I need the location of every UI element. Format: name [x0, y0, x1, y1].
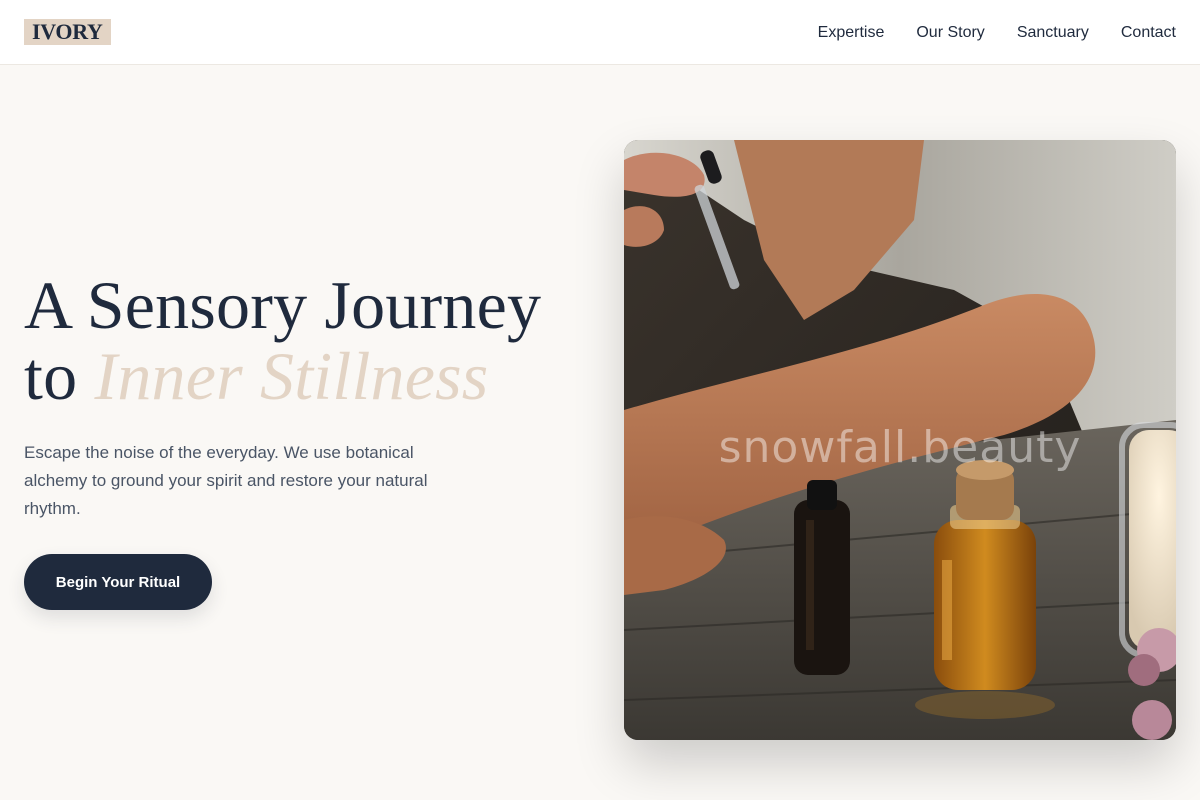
main-nav: Expertise Our Story Sanctuary Contact [818, 0, 1176, 65]
hero-title: A Sensory Journey to Inner Stillness [24, 270, 604, 412]
hero-subtitle: Escape the noise of the everyday. We use… [24, 443, 428, 518]
image-watermark: snowfall.beauty [718, 422, 1082, 473]
logo[interactable]: IVORY [24, 19, 111, 45]
hero-title-to: to [24, 338, 78, 414]
hero-title-accent: Inner Stillness [94, 338, 489, 414]
nav-link-our-story[interactable]: Our Story [916, 24, 984, 42]
nav-link-expertise[interactable]: Expertise [818, 24, 885, 42]
hero-title-line1: A Sensory Journey [24, 267, 542, 343]
begin-ritual-button[interactable]: Begin Your Ritual [24, 554, 212, 610]
nav-link-sanctuary[interactable]: Sanctuary [1017, 24, 1089, 42]
nav-link-contact[interactable]: Contact [1121, 24, 1176, 42]
site-header: IVORY Expertise Our Story Sanctuary Cont… [0, 0, 1200, 65]
hero-image: snowfall.beauty [624, 140, 1176, 740]
